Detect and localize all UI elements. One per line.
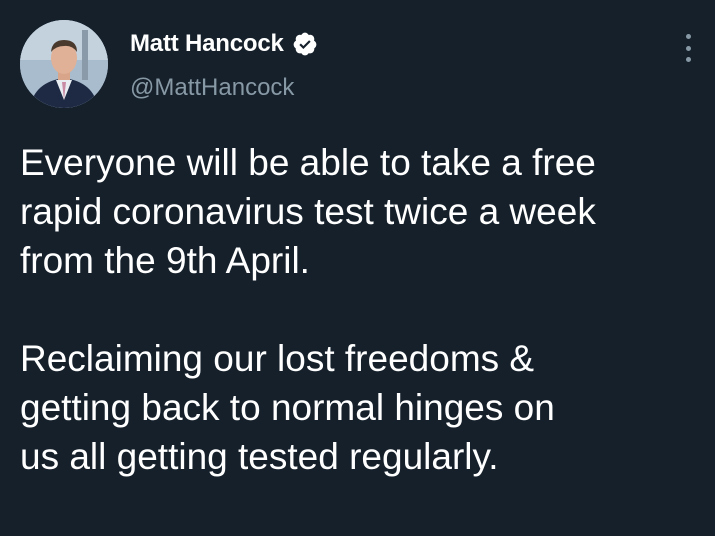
avatar-image xyxy=(20,20,108,108)
more-dot xyxy=(685,45,691,51)
tweet-card: Matt Hancock @MattHancock Everyone will … xyxy=(0,0,715,536)
display-name[interactable]: Matt Hancock xyxy=(130,30,284,58)
avatar[interactable] xyxy=(20,20,108,108)
verified-badge-icon xyxy=(292,31,318,57)
tweet-paragraph-1: Everyone will be able to take a free rap… xyxy=(20,142,596,281)
more-options-icon[interactable] xyxy=(683,34,693,62)
author-handle[interactable]: @MattHancock xyxy=(130,74,294,102)
author-name-row: Matt Hancock xyxy=(130,30,318,58)
tweet-text: Everyone will be able to take a free rap… xyxy=(20,138,700,481)
tweet-paragraph-2: Reclaiming our lost freedoms & getting b… xyxy=(20,338,555,477)
more-dot xyxy=(685,57,691,62)
more-dot xyxy=(685,34,691,39)
